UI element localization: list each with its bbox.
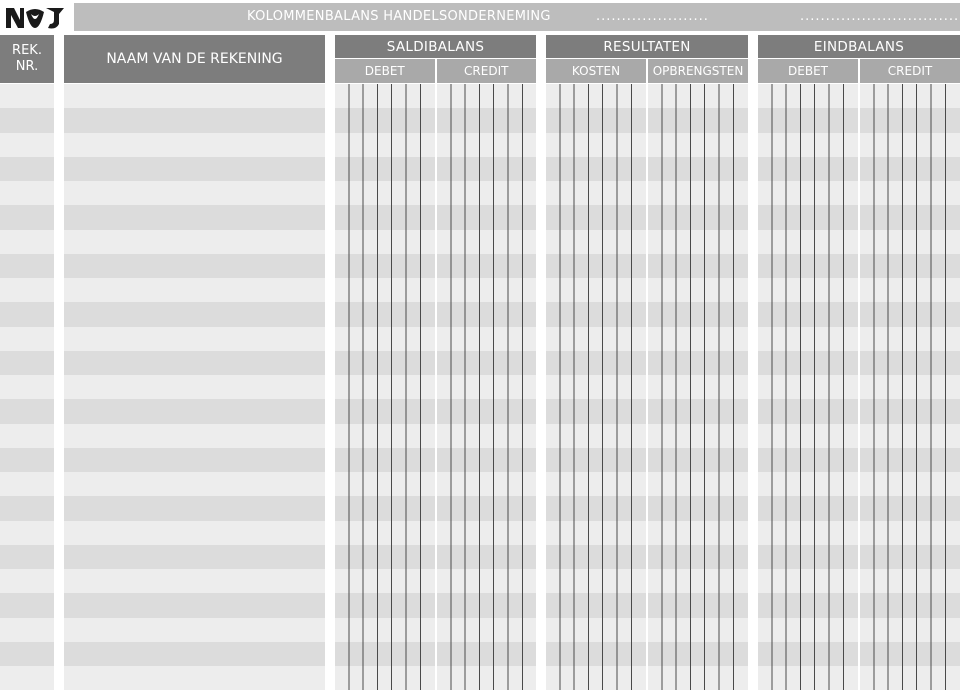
naam-cell[interactable] — [64, 108, 325, 133]
rek-nr-cell[interactable] — [0, 472, 54, 497]
naam-cell[interactable] — [64, 472, 325, 497]
subheader-debet: DEBET — [758, 59, 858, 83]
naam-cell[interactable] — [64, 496, 325, 521]
group-header-saldibalans: SALDIBALANS — [335, 35, 536, 58]
naam-cell[interactable] — [64, 447, 325, 472]
rek-nr-cell[interactable] — [0, 181, 54, 206]
naam-cell[interactable] — [64, 641, 325, 666]
digit-grid-lines — [758, 84, 848, 690]
rek-nr-cell[interactable] — [0, 132, 54, 157]
rek-nr-cell[interactable] — [0, 569, 54, 594]
rek-nr-cell[interactable] — [0, 253, 54, 278]
naam-cell[interactable] — [64, 205, 325, 230]
naam-cell[interactable] — [64, 617, 325, 642]
naam-cell[interactable] — [64, 156, 325, 181]
subheader-debet: DEBET — [335, 59, 435, 83]
digit-grid-lines — [335, 84, 425, 690]
rek-nr-cell[interactable] — [0, 205, 54, 230]
nr-label: NR. — [15, 59, 39, 74]
naam-cell[interactable] — [64, 593, 325, 618]
rek-nr-cell[interactable] — [0, 399, 54, 424]
rek-nr-cell[interactable] — [0, 593, 54, 618]
subheader-credit: CREDIT — [436, 59, 536, 83]
group-header-eindbalans: EINDBALANS — [758, 35, 960, 58]
rek-label: REK. — [12, 43, 42, 58]
subheader-credit: CREDIT — [860, 59, 960, 83]
naam-cell[interactable] — [64, 84, 325, 109]
naam-cell[interactable] — [64, 520, 325, 545]
naam-cell[interactable] — [64, 253, 325, 278]
date-fill-line: ................................ — [800, 9, 960, 24]
rek-nr-cell[interactable] — [0, 84, 54, 109]
rek-nr-cell[interactable] — [0, 302, 54, 327]
naam-cell[interactable] — [64, 544, 325, 569]
naam-cell[interactable] — [64, 350, 325, 375]
digit-grid-lines — [648, 84, 738, 690]
rek-nr-cell[interactable] — [0, 326, 54, 351]
naam-cell[interactable] — [64, 666, 325, 691]
rek-nr-cell[interactable] — [0, 156, 54, 181]
logo — [6, 8, 64, 29]
rek-nr-cell[interactable] — [0, 520, 54, 545]
naam-cell[interactable] — [64, 181, 325, 206]
column-header-naam: NAAM VAN DE REKENING — [64, 35, 325, 83]
rek-nr-cell[interactable] — [0, 229, 54, 254]
column-header-rek-nr: REK. NR. — [0, 35, 54, 83]
title-bar: KOLOMMENBALANS HANDELSONDERNEMING ......… — [74, 3, 960, 31]
naam-cell[interactable] — [64, 569, 325, 594]
title-fill-line: ...................... — [596, 9, 709, 24]
rek-nr-cell[interactable] — [0, 278, 54, 303]
digit-grid-lines — [436, 84, 526, 690]
naam-cell[interactable] — [64, 229, 325, 254]
rek-nr-cell[interactable] — [0, 447, 54, 472]
naam-cell[interactable] — [64, 326, 325, 351]
group-header-resultaten: RESULTATEN — [546, 35, 748, 58]
naam-cell[interactable] — [64, 278, 325, 303]
digit-grid-lines — [860, 84, 950, 690]
digit-grid-lines — [546, 84, 636, 690]
rek-nr-cell[interactable] — [0, 423, 54, 448]
rek-nr-cell[interactable] — [0, 617, 54, 642]
naam-cell[interactable] — [64, 399, 325, 424]
naam-cell[interactable] — [64, 375, 325, 400]
rek-nr-cell[interactable] — [0, 666, 54, 691]
rek-nr-cell[interactable] — [0, 641, 54, 666]
rek-nr-cell[interactable] — [0, 350, 54, 375]
naam-cell[interactable] — [64, 302, 325, 327]
subheader-kosten: KOSTEN — [546, 59, 646, 83]
naam-cell[interactable] — [64, 132, 325, 157]
rek-nr-cell[interactable] — [0, 544, 54, 569]
naam-cell[interactable] — [64, 423, 325, 448]
form-title: KOLOMMENBALANS HANDELSONDERNEMING — [247, 9, 551, 24]
rek-nr-cell[interactable] — [0, 375, 54, 400]
rek-nr-cell[interactable] — [0, 496, 54, 521]
rek-nr-cell[interactable] — [0, 108, 54, 133]
subheader-opbrengsten: OPBRENGSTEN — [648, 59, 748, 83]
